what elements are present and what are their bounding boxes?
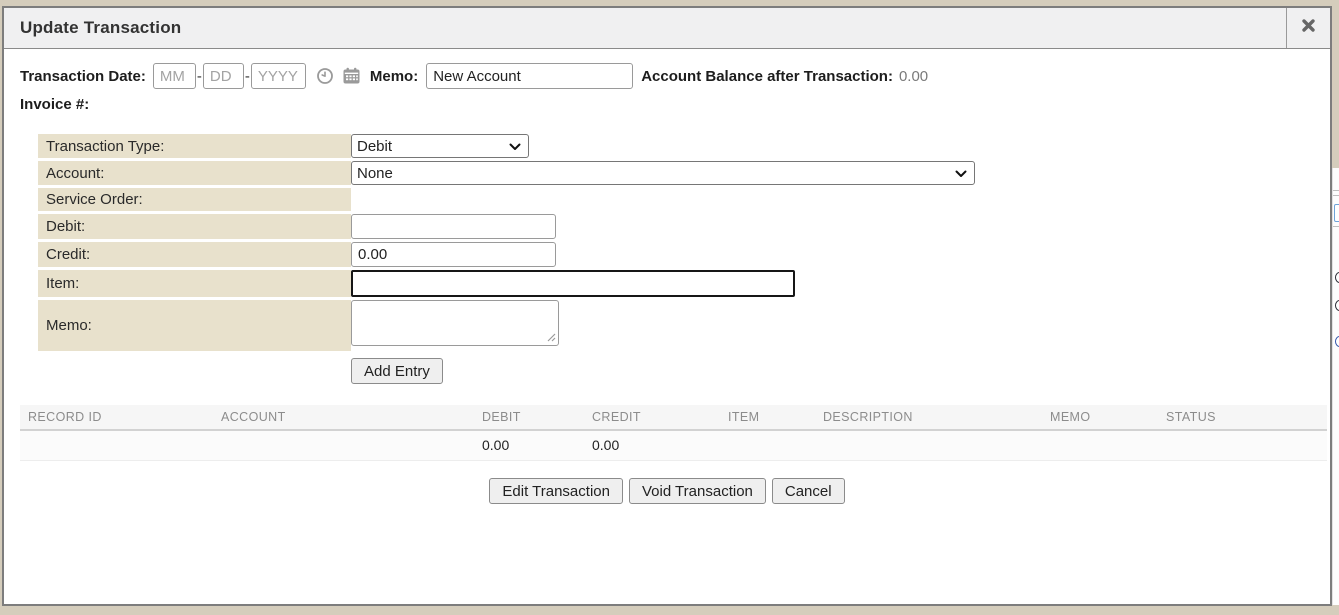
account-balance-value: 0.00: [899, 68, 928, 85]
background-fragment: [1333, 226, 1339, 227]
transaction-date-label: Transaction Date:: [20, 68, 146, 85]
debit-label: Debit:: [38, 214, 351, 239]
column-description: DESCRIPTION: [815, 405, 1042, 430]
add-entry-button[interactable]: Add Entry: [351, 358, 443, 384]
debit-input[interactable]: [351, 214, 556, 239]
entry-memo-textarea[interactable]: [351, 300, 559, 346]
invoice-label: Invoice #:: [20, 96, 89, 113]
transaction-type-select[interactable]: Debit: [351, 134, 529, 158]
update-transaction-dialog: Update Transaction Transaction Date: - -: [2, 6, 1332, 606]
date-day-input[interactable]: [203, 63, 244, 89]
calendar-icon[interactable]: [342, 67, 361, 85]
transaction-type-selected: Debit: [357, 138, 392, 155]
column-memo: MEMO: [1042, 405, 1158, 430]
dialog-actions: Edit Transaction Void Transaction Cancel: [20, 478, 1314, 504]
background-fragment: [1335, 300, 1339, 311]
chevron-down-icon: [509, 138, 521, 155]
entries-header-row: RECORD ID ACCOUNT DEBIT CREDIT ITEM DESC…: [20, 405, 1327, 430]
entry-form: Transaction Type: Debit Account: None: [38, 134, 1314, 351]
void-transaction-button[interactable]: Void Transaction: [629, 478, 766, 504]
date-month-input[interactable]: [153, 63, 196, 89]
close-button[interactable]: [1286, 8, 1330, 48]
cell-memo: [1042, 430, 1158, 461]
dialog-title: Update Transaction: [4, 18, 181, 38]
cell-account: [213, 430, 474, 461]
transaction-type-label: Transaction Type:: [38, 134, 351, 158]
column-credit: CREDIT: [584, 405, 720, 430]
cell-item: [720, 430, 815, 461]
background-page-sliver: [1332, 168, 1339, 605]
close-icon: [1301, 18, 1316, 38]
background-fragment: [1333, 195, 1339, 196]
edit-transaction-button[interactable]: Edit Transaction: [489, 478, 623, 504]
transaction-memo-input[interactable]: [426, 63, 633, 89]
date-separator: -: [245, 68, 250, 85]
credit-label: Credit:: [38, 242, 351, 267]
column-status: STATUS: [1158, 405, 1327, 430]
dialog-body: Transaction Date: - -: [4, 49, 1330, 504]
account-label: Account:: [38, 161, 351, 185]
item-label: Item:: [38, 270, 351, 297]
column-debit: DEBIT: [474, 405, 584, 430]
cell-record-id: [20, 430, 213, 461]
cell-credit: 0.00: [584, 430, 720, 461]
entries-table: RECORD ID ACCOUNT DEBIT CREDIT ITEM DESC…: [20, 405, 1327, 461]
invoice-row: Invoice #:: [20, 96, 1314, 113]
column-record-id: RECORD ID: [20, 405, 213, 430]
service-order-label: Service Order:: [38, 188, 351, 211]
transaction-header-row: Transaction Date: - -: [20, 63, 1314, 89]
cell-description: [815, 430, 1042, 461]
entry-memo-label: Memo:: [38, 300, 351, 351]
chevron-down-icon: [955, 165, 967, 182]
column-item: ITEM: [720, 405, 815, 430]
clock-icon[interactable]: [316, 67, 334, 85]
account-balance-label: Account Balance after Transaction:: [641, 68, 893, 85]
cell-debit: 0.00: [474, 430, 584, 461]
service-order-value: [351, 188, 1314, 211]
date-separator: -: [197, 68, 202, 85]
background-fragment: [1334, 204, 1339, 222]
memo-label: Memo:: [370, 68, 418, 85]
table-row[interactable]: 0.00 0.00: [20, 430, 1327, 461]
dialog-titlebar: Update Transaction: [4, 8, 1330, 49]
date-year-input[interactable]: [251, 63, 306, 89]
account-selected: None: [357, 165, 393, 182]
cell-status: [1158, 430, 1327, 461]
cancel-button[interactable]: Cancel: [772, 478, 845, 504]
background-fragment: [1335, 272, 1339, 283]
item-input[interactable]: [351, 270, 795, 297]
background-fragment: [1333, 190, 1339, 191]
background-fragment: [1335, 336, 1339, 347]
credit-input[interactable]: [351, 242, 556, 267]
column-account: ACCOUNT: [213, 405, 474, 430]
account-select[interactable]: None: [351, 161, 975, 185]
